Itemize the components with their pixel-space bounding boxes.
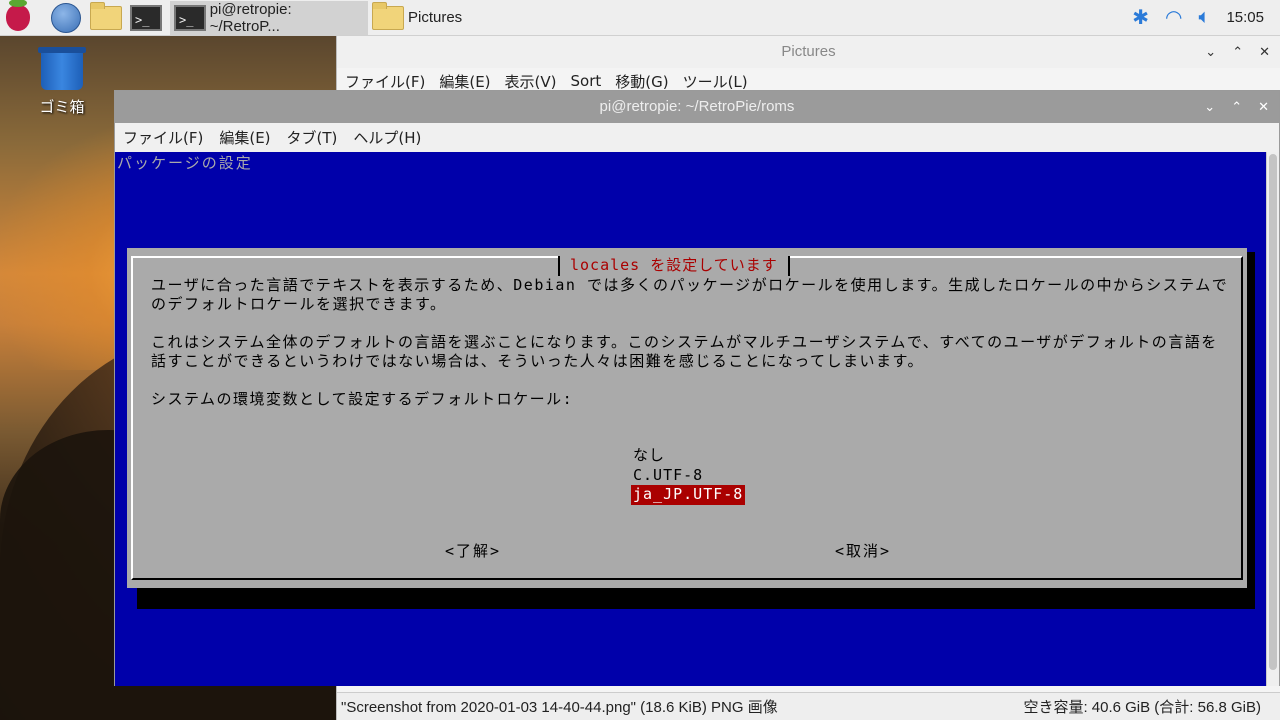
window-title: pi@retropie: ~/RetroPie/roms — [599, 98, 795, 115]
terminal-menubar: ファイル(F) 編集(E) タブ(T) ヘルプ(H) — [115, 123, 1279, 151]
minimize-icon[interactable]: ⌄ — [1204, 91, 1215, 123]
locale-option[interactable]: なし — [631, 446, 745, 466]
terminal-scrollbar[interactable] — [1266, 152, 1279, 686]
terminal-titlebar[interactable]: pi@retropie: ~/RetroPie/roms ⌄ ⌃ ✕ — [115, 91, 1279, 123]
menu-view[interactable]: 表示(V) — [505, 71, 557, 92]
pictures-statusbar: "Screenshot from 2020-01-03 14-40-44.png… — [337, 692, 1280, 720]
menu-help[interactable]: ヘルプ(H) — [353, 127, 421, 148]
file-manager-launcher[interactable] — [88, 0, 124, 36]
dialog-title: locales を設定しています — [558, 256, 790, 276]
locale-option[interactable]: C.UTF-8 — [631, 466, 745, 486]
menu-sort[interactable]: Sort — [571, 72, 602, 90]
volume-icon[interactable]: 🔈︎ — [1198, 6, 1210, 29]
menu-tools[interactable]: ツール(L) — [683, 71, 748, 92]
raspberry-menu-button[interactable] — [0, 0, 36, 36]
menu-edit[interactable]: 編集(E) — [439, 71, 490, 92]
menu-tabs[interactable]: タブ(T) — [287, 127, 338, 148]
ok-button[interactable]: <了解> — [445, 540, 501, 561]
window-title: Pictures — [781, 43, 836, 60]
taskbar: >_ >_ pi@retropie: ~/RetroP... Pictures … — [0, 0, 1280, 36]
menu-file[interactable]: ファイル(F) — [123, 127, 203, 148]
terminal-icon: >_ — [174, 4, 206, 31]
status-free-space: 空き容量: 40.6 GiB (合計: 56.8 GiB) — [1023, 699, 1261, 716]
minimize-icon[interactable]: ⌄ — [1205, 36, 1216, 68]
locales-dialog: locales を設定しています ユーザに合った言語でテキストを表示するため、D… — [127, 248, 1247, 588]
close-icon[interactable]: ✕ — [1259, 36, 1270, 68]
menu-file[interactable]: ファイル(F) — [345, 71, 425, 92]
scrollbar-thumb[interactable] — [1269, 154, 1277, 670]
locale-option-selected[interactable]: ja_JP.UTF-8 — [631, 485, 746, 505]
trash-desktop-icon[interactable]: ゴミ箱 — [22, 47, 102, 117]
close-icon[interactable]: ✕ — [1258, 91, 1269, 123]
bluetooth-icon[interactable]: ✱ — [1132, 5, 1149, 30]
package-config-header: パッケージの設定 — [117, 154, 253, 172]
cancel-button[interactable]: <取消> — [835, 540, 891, 561]
terminal-screen[interactable]: パッケージの設定 locales を設定しています ユーザに合った言語でテキスト… — [115, 152, 1267, 686]
browser-launcher[interactable] — [48, 0, 84, 36]
maximize-icon[interactable]: ⌃ — [1232, 36, 1243, 68]
menu-edit[interactable]: 編集(E) — [219, 127, 270, 148]
folder-icon — [372, 1, 404, 30]
pictures-titlebar[interactable]: Pictures ⌄ ⌃ ✕ — [337, 36, 1280, 68]
task-pictures[interactable]: Pictures — [368, 1, 568, 35]
clock[interactable]: 15:05 — [1226, 9, 1264, 26]
raspberry-pi-icon — [6, 0, 30, 31]
dialog-frame: locales を設定しています ユーザに合った言語でテキストを表示するため、D… — [131, 256, 1243, 580]
trash-label: ゴミ箱 — [39, 98, 85, 116]
maximize-icon[interactable]: ⌃ — [1231, 91, 1242, 123]
locale-options: なし C.UTF-8 ja_JP.UTF-8 — [631, 446, 746, 505]
task-label: pi@retropie: ~/RetroP... — [209, 0, 292, 35]
system-tray: ✱ ◠ 🔈︎ 15:05 — [1132, 5, 1280, 30]
terminal-icon: >_ — [130, 4, 162, 31]
folder-icon — [90, 1, 122, 30]
globe-icon — [51, 2, 81, 33]
menu-go[interactable]: 移動(G) — [615, 71, 668, 92]
terminal-launcher[interactable]: >_ — [128, 0, 164, 36]
dialog-description: ユーザに合った言語でテキストを表示するため、Debian では多くのパッケージが… — [151, 276, 1229, 408]
status-file-info: "Screenshot from 2020-01-03 14-40-44.png… — [341, 699, 778, 716]
trash-icon — [38, 47, 86, 90]
terminal-window: pi@retropie: ~/RetroPie/roms ⌄ ⌃ ✕ ファイル(… — [114, 90, 1280, 686]
task-terminal[interactable]: >_ pi@retropie: ~/RetroP... — [170, 0, 368, 35]
task-label: Pictures — [408, 9, 463, 26]
wifi-icon[interactable]: ◠ — [1165, 5, 1182, 30]
